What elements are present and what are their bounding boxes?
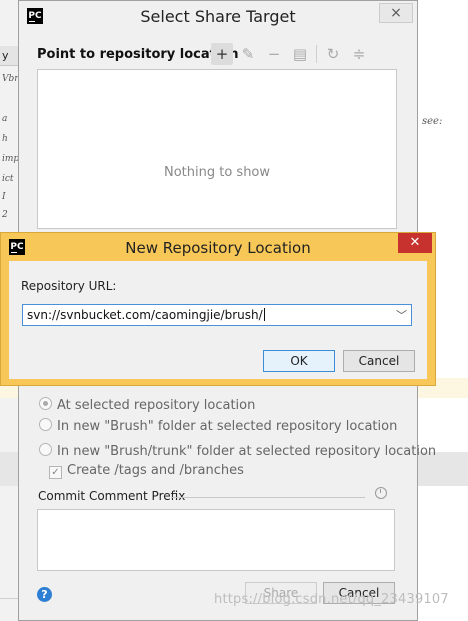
code-line: Vbr <box>2 74 19 84</box>
remove-icon[interactable]: − <box>263 43 285 65</box>
commit-prefix-label: Commit Comment Prefix <box>38 489 186 503</box>
option-label: In new "Brush" folder at selected reposi… <box>57 419 398 434</box>
empty-tree-text: Nothing to show <box>163 165 271 180</box>
code-line: h <box>2 134 8 144</box>
toolbar-separator <box>316 45 317 63</box>
dialog-title: New Repository Location <box>125 239 311 257</box>
dialog-body: Repository URL: svn://svnbucket.com/caom… <box>9 261 427 379</box>
option-label: In new "Brush/trunk" folder at selected … <box>57 444 437 459</box>
help-icon[interactable]: ? <box>37 587 52 602</box>
edit-icon[interactable]: ✎ <box>237 43 259 65</box>
ok-button[interactable]: OK <box>263 350 335 372</box>
editor-panel-left <box>0 452 20 486</box>
create-tags-checkbox-row[interactable]: ✓ Create /tags and /branches <box>49 463 244 479</box>
radio-icon[interactable] <box>39 397 52 410</box>
close-button[interactable]: × <box>379 3 413 23</box>
history-clock-icon[interactable] <box>375 487 387 499</box>
code-line: 2 <box>2 210 8 220</box>
editor-side-text: see: <box>422 116 443 127</box>
repository-tree[interactable]: Nothing to show <box>37 69 397 229</box>
commit-comment-prefix-input[interactable] <box>37 509 395 571</box>
code-line: ict <box>2 174 14 184</box>
option-label: At selected repository location <box>57 398 256 413</box>
dialog-title: Select Share Target <box>140 7 296 26</box>
radio-icon[interactable] <box>39 418 52 431</box>
editor-divider <box>0 598 20 599</box>
code-line: imp <box>2 154 20 164</box>
chevron-down-icon[interactable]: ﹀ <box>396 307 407 323</box>
watermark: https://blog.csdn.net/qq_23439107 <box>214 592 449 607</box>
divider <box>171 497 365 498</box>
repository-url-value[interactable]: svn://svnbucket.com/caomingjie/brush/ <box>27 308 265 322</box>
option-at-selected-location[interactable]: At selected repository location <box>39 397 255 413</box>
new-repository-location-dialog: PC New Repository Location ✕ Repository … <box>0 232 436 386</box>
section-label: Point to repository location <box>37 47 239 62</box>
repository-url-input[interactable]: svn://svnbucket.com/caomingjie/brush/ ﹀ <box>22 304 412 326</box>
repository-url-label: Repository URL: <box>21 279 117 293</box>
dialog-title-bar[interactable]: PC New Repository Location ✕ <box>1 233 435 261</box>
collapse-icon[interactable]: ≑ <box>348 43 370 65</box>
create-tags-label: Create /tags and /branches <box>67 463 244 478</box>
add-icon[interactable]: + <box>211 43 233 65</box>
copy-icon[interactable]: ▤ <box>289 43 311 65</box>
refresh-icon[interactable]: ↻ <box>322 43 344 65</box>
dialog-title-bar[interactable]: PC Select Share Target × <box>19 1 417 33</box>
close-button[interactable]: ✕ <box>398 233 432 253</box>
code-line: a <box>2 114 8 124</box>
checkbox-icon[interactable]: ✓ <box>49 466 62 479</box>
radio-icon[interactable] <box>39 443 52 456</box>
editor-tab-fragment: y <box>0 46 20 66</box>
option-new-brush-folder[interactable]: In new "Brush" folder at selected reposi… <box>39 418 397 434</box>
cancel-button[interactable]: Cancel <box>343 350 415 372</box>
code-line: I <box>2 192 6 202</box>
option-new-brush-trunk-folder[interactable]: In new "Brush/trunk" folder at selected … <box>39 443 436 459</box>
